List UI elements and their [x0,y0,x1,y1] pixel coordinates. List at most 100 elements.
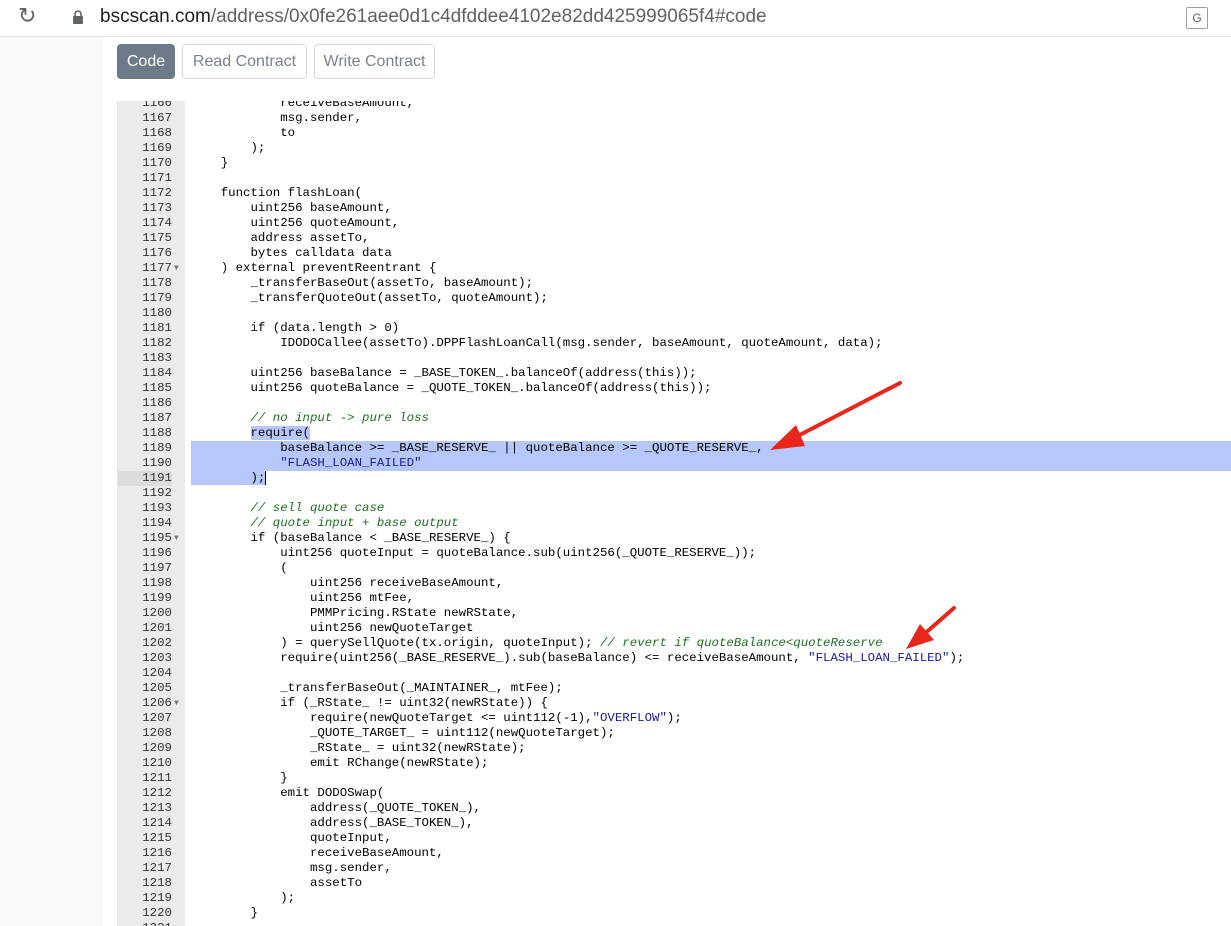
code-line[interactable]: 1168 to [118,126,1231,141]
code-text: uint256 mtFee, [191,591,415,605]
code-line[interactable]: 1218 assetTo [118,876,1231,891]
code-line[interactable]: 1186 [118,396,1231,411]
code-line[interactable]: 1209 _RState_ = uint32(newRState); [118,741,1231,756]
code-text: _transferQuoteOut(assetTo, quoteAmount); [191,291,548,305]
code-line[interactable]: 1221 [118,921,1231,926]
code-line[interactable]: 1210 emit RChange(newRState); [118,756,1231,771]
tab-code[interactable]: Code [117,44,175,79]
line-number: 1175 [142,231,172,245]
code-line[interactable]: 1219 ); [118,891,1231,906]
code-text: uint256 quoteInput = quoteBalance.sub(ui… [191,546,757,560]
code-line[interactable]: 1214 address(_BASE_TOKEN_), [118,816,1231,831]
code-line[interactable]: 1187 // no input -> pure loss [118,411,1231,426]
code-editor[interactable]: 1166 receiveBaseAmount, 1167 msg.sender, 1… [117,101,1231,926]
code-line[interactable]: 1178 _transferBaseOut(assetTo, baseAmoun… [118,276,1231,291]
tab-write-contract[interactable]: Write Contract [314,44,435,79]
line-number: 1187 [142,411,172,425]
translate-icon[interactable]: G [1186,7,1208,29]
code-line[interactable]: 1179 _transferQuoteOut(assetTo, quoteAmo… [118,291,1231,306]
code-text: ( [191,561,288,575]
line-number: 1169 [142,141,172,155]
code-line[interactable]: 1185 uint256 quoteBalance = _QUOTE_TOKEN… [118,381,1231,396]
fold-arrow-icon[interactable]: ▼ [174,531,179,546]
code-line[interactable]: 1192 [118,486,1231,501]
code-line[interactable]: 1202 ) = querySellQuote(tx.origin, quote… [118,636,1231,651]
code-text: address(_QUOTE_TOKEN_), [191,801,481,815]
code-text: if (_RState_ != uint32(newRState)) { [191,696,548,710]
code-line[interactable]: 1174 uint256 quoteAmount, [118,216,1231,231]
code-line[interactable]: 1215 quoteInput, [118,831,1231,846]
code-line[interactable]: 1198 uint256 receiveBaseAmount, [118,576,1231,591]
code-line[interactable]: 1216 receiveBaseAmount, [118,846,1231,861]
code-line[interactable]: 1189 baseBalance >= _BASE_RESERVE_ || qu… [118,441,1231,456]
code-line[interactable]: 1196 uint256 quoteInput = quoteBalance.s… [118,546,1231,561]
line-number: 1194 [142,516,172,530]
code-text: uint256 newQuoteTarget [191,621,474,635]
code-line[interactable]: 1167 msg.sender, [118,111,1231,126]
code-text: address(_BASE_TOKEN_), [191,816,474,830]
line-number: 1166 [142,101,172,110]
tab-read-contract[interactable]: Read Contract [182,44,307,79]
code-line[interactable]: 1177 ▼ ) external preventReentrant { [118,261,1231,276]
selection-highlight: ); [191,471,266,485]
tab-read-contract-label: Read Contract [192,53,297,70]
lock-icon[interactable] [72,10,84,24]
url-field[interactable]: bscscan.com/address/0x0fe261aee0d1c4dfdd… [100,6,767,28]
line-number: 1176 [142,246,172,260]
code-line[interactable]: 1200 PMMPricing.RState newRState, [118,606,1231,621]
code-line[interactable]: 1217 msg.sender, [118,861,1231,876]
code-text: require(uint256(_BASE_RESERVE_).sub(base… [191,651,965,665]
line-number: 1181 [142,321,172,335]
code-line[interactable]: 1201 uint256 newQuoteTarget [118,621,1231,636]
code-line[interactable]: 1193 // sell quote case [118,501,1231,516]
code-line[interactable]: 1175 address assetTo, [118,231,1231,246]
code-line[interactable]: 1213 address(_QUOTE_TOKEN_), [118,801,1231,816]
code-line[interactable]: 1212 emit DODOSwap( [118,786,1231,801]
code-line[interactable]: 1207 require(newQuoteTarget <= uint112(-… [118,711,1231,726]
code-line[interactable]: 1203 require(uint256(_BASE_RESERVE_).sub… [118,651,1231,666]
code-line[interactable]: 1195 ▼ if (baseBalance < _BASE_RESERVE_) … [118,531,1231,546]
code-line[interactable]: 1194 // quote input + base output [118,516,1231,531]
line-number: 1189 [142,441,172,455]
code-text: ); [191,141,266,155]
reload-icon[interactable]: ↻ [18,4,36,29]
url-path: /address/0x0fe261aee0d1c4dfddee4102e82dd… [210,6,767,27]
code-line[interactable]: 1181 if (data.length > 0) [118,321,1231,336]
code-line[interactable]: 1205 _transferBaseOut(_MAINTAINER_, mtFe… [118,681,1231,696]
code-line[interactable]: 1170 } [118,156,1231,171]
line-number: 1186 [142,396,172,410]
code-line[interactable]: 1191 ); [118,471,1231,486]
code-line[interactable]: 1197 ( [118,561,1231,576]
left-panel [0,37,103,926]
text-cursor [265,471,267,485]
code-line[interactable]: 1166 receiveBaseAmount, [118,101,1231,111]
code-line[interactable]: 1211 } [118,771,1231,786]
code-text: // quote input + base output [191,516,459,530]
code-line[interactable]: 1176 bytes calldata data [118,246,1231,261]
code-line[interactable]: 1173 uint256 baseAmount, [118,201,1231,216]
code-line[interactable]: 1220 } [118,906,1231,921]
code-line[interactable]: 1180 [118,306,1231,321]
code-line[interactable]: 1169 ); [118,141,1231,156]
code-line[interactable]: 1199 uint256 mtFee, [118,591,1231,606]
code-line[interactable]: 1190 "FLASH_LOAN_FAILED" [118,456,1231,471]
code-line[interactable]: 1204 [118,666,1231,681]
line-number: 1200 [142,606,172,620]
code-text: quoteInput, [191,831,392,845]
fold-arrow-icon[interactable]: ▼ [174,696,179,711]
code-line[interactable]: 1188 require( [118,426,1231,441]
code-line[interactable]: 1172 function flashLoan( [118,186,1231,201]
line-number: 1177 [142,261,172,275]
line-number: 1173 [142,201,172,215]
code-line[interactable]: 1208 _QUOTE_TARGET_ = uint112(newQuoteTa… [118,726,1231,741]
code-line[interactable]: 1184 uint256 baseBalance = _BASE_TOKEN_.… [118,366,1231,381]
code-line[interactable]: 1183 [118,351,1231,366]
code-line[interactable]: 1206 ▼ if (_RState_ != uint32(newRState))… [118,696,1231,711]
code-line[interactable]: 1171 [118,171,1231,186]
code-text: _transferBaseOut(assetTo, baseAmount); [191,276,534,290]
fold-arrow-icon[interactable]: ▼ [174,261,179,276]
line-number: 1178 [142,276,172,290]
code-text: ); [191,891,296,905]
code-text: } [191,771,288,785]
code-line[interactable]: 1182 IDODOCallee(assetTo).DPPFlashLoanCa… [118,336,1231,351]
